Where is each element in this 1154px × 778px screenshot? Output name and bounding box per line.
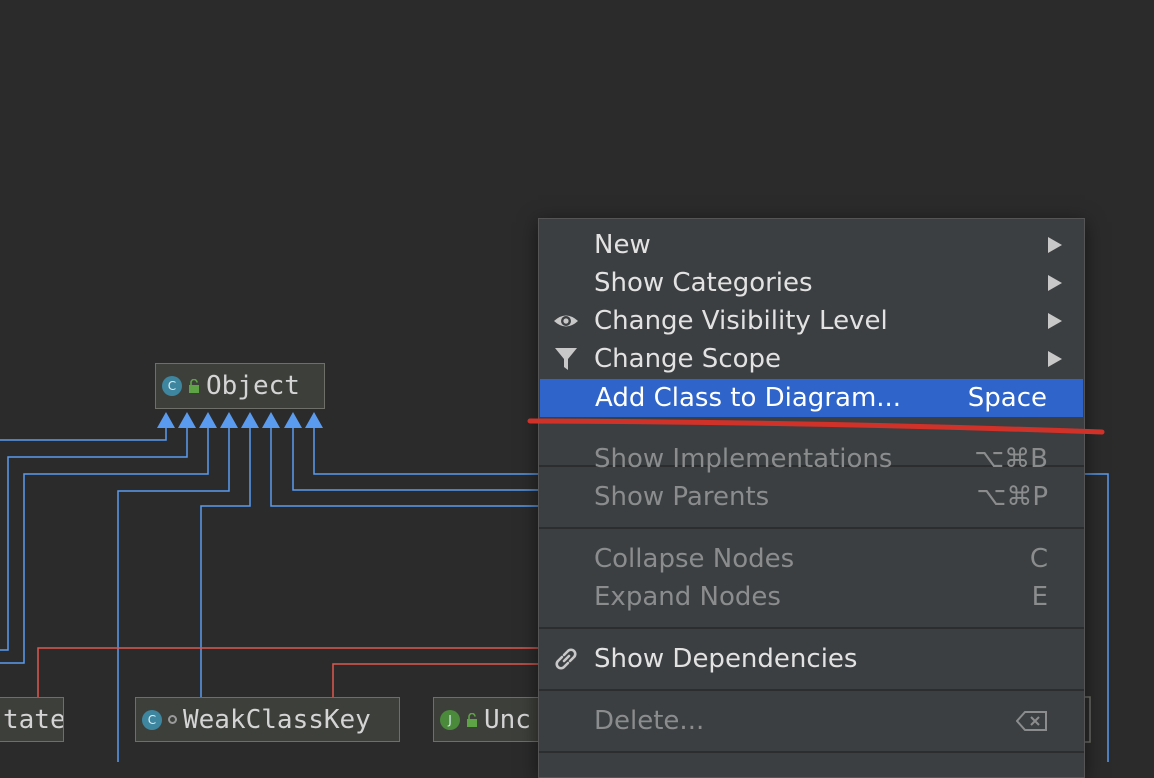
- menu-item-label: New: [594, 230, 651, 260]
- menu-item-shortcut: ⌥⌘B: [974, 444, 1048, 474]
- package-private-icon: [168, 715, 177, 724]
- menu-separator: [539, 627, 1084, 629]
- menu-item-delete[interactable]: Delete...: [539, 702, 1084, 740]
- node-label: Object: [206, 371, 300, 401]
- menu-item-label: Show Categories: [594, 268, 813, 298]
- menu-item-label: Change Visibility Level: [594, 306, 888, 336]
- menu-item-label: Collapse Nodes: [594, 544, 795, 574]
- diagram-node-state[interactable]: tate: [0, 697, 64, 742]
- diagram-node-object[interactable]: C Object: [155, 363, 325, 409]
- menu-item-shortcut: ⌥⌘P: [976, 482, 1048, 512]
- class-icon: C: [142, 709, 162, 730]
- node-label: WeakClassKey: [183, 704, 371, 735]
- menu-item-add-class-to-diagram[interactable]: Add Class to Diagram... Space: [540, 379, 1083, 417]
- menu-item-label: Show Implementations: [594, 444, 893, 474]
- menu-item-show-parents[interactable]: Show Parents ⌥⌘P: [539, 478, 1084, 516]
- menu-item-label: Change Scope: [594, 344, 782, 374]
- diagram-node-weak-class-key[interactable]: C WeakClassKey: [135, 697, 400, 742]
- menu-separator: [539, 689, 1084, 691]
- unlock-icon: [189, 379, 199, 393]
- menu-item-label: Show Dependencies: [594, 644, 858, 674]
- submenu-arrow-icon: [1048, 237, 1062, 253]
- menu-item-shortcut: Space: [967, 383, 1047, 413]
- delete-key-icon: [1016, 711, 1047, 731]
- submenu-arrow-icon: [1048, 351, 1062, 367]
- menu-item-shortcut: C: [1029, 544, 1048, 574]
- menu-item-show-dependencies[interactable]: Show Dependencies: [539, 640, 1084, 678]
- node-label: tate: [3, 704, 64, 735]
- eye-icon: [554, 315, 578, 327]
- menu-separator: [539, 527, 1084, 529]
- menu-item-label: Show Parents: [594, 482, 770, 512]
- menu-item-show-implementations[interactable]: Show Implementations ⌥⌘B: [539, 440, 1084, 478]
- link-icon: [555, 648, 577, 670]
- menu-item-collapse-nodes[interactable]: Collapse Nodes C: [539, 540, 1084, 578]
- context-menu: New Show Categories Change Visibility Le…: [538, 218, 1085, 778]
- menu-item-change-visibility-level[interactable]: Change Visibility Level: [539, 302, 1084, 340]
- class-icon: C: [162, 376, 182, 396]
- menu-item-label: Expand Nodes: [594, 582, 781, 612]
- submenu-arrow-icon: [1048, 313, 1062, 329]
- menu-item-show-categories[interactable]: Show Categories: [539, 264, 1084, 302]
- unlock-icon: [467, 712, 477, 727]
- menu-item-change-scope[interactable]: Change Scope: [539, 340, 1084, 378]
- menu-item-expand-nodes[interactable]: Expand Nodes E: [539, 578, 1084, 616]
- diagram-node-unc[interactable]: J Unc: [433, 697, 543, 742]
- menu-item-label: Delete...: [594, 706, 705, 736]
- filter-icon: [555, 348, 577, 370]
- node-label: Unc: [484, 704, 531, 735]
- menu-item-shortcut: E: [1031, 582, 1048, 612]
- menu-item-new[interactable]: New: [539, 226, 1084, 264]
- menu-separator: [539, 751, 1084, 753]
- menu-item-label: Add Class to Diagram...: [595, 383, 902, 413]
- submenu-arrow-icon: [1048, 275, 1062, 291]
- java-class-icon: J: [440, 709, 460, 730]
